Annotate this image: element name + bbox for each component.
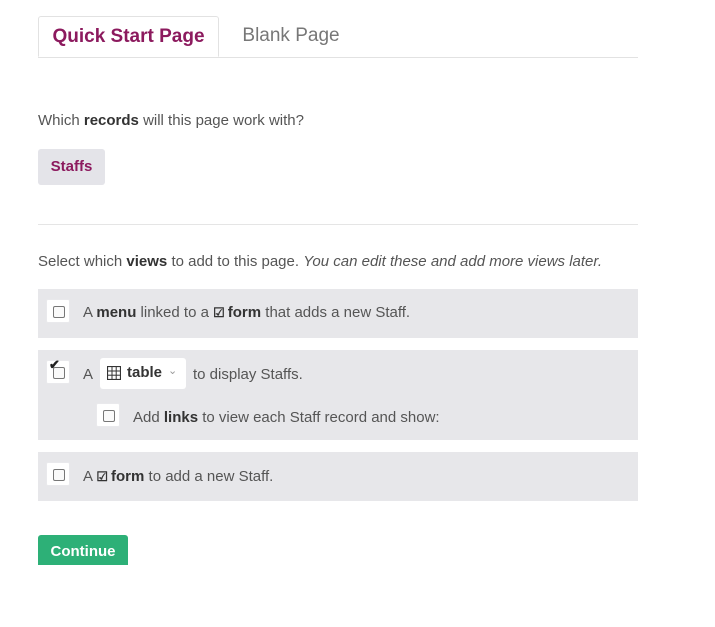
menu-option-label: A menu linked to a ☑ form that adds a new… [83,304,410,321]
menu-option-form-word: form [227,304,262,321]
menu-option-linked: linked to a [140,304,209,321]
form-option-form-word: form [111,468,145,485]
menu-option-panel: A menu linked to a ☑ form that adds a new… [38,289,638,338]
table-option-panel: ✔ A table ⌄ to display Staffs. Add links… [38,350,638,440]
checkbox-icon: ☑ [96,469,109,484]
records-question-bold: records [83,112,139,129]
form-option-panel: A ☑ form to add a new Staff. [38,452,638,501]
form-option-checkbox[interactable] [46,462,70,486]
checkbox-box [53,469,65,481]
table-option-checkbox[interactable]: ✔ [46,357,70,384]
chevron-down-icon: ⌄ [168,365,178,377]
views-question-prefix: Select which [38,253,123,270]
add-links-bold: links [163,409,199,426]
add-links-suffix: to view each Staff record and show: [202,409,440,426]
checkbox-icon: ☑ [213,305,225,320]
records-question: Which records will this page work with? [38,112,304,129]
add-links-prefix: Add [133,409,160,426]
view-type-select-value: table [127,364,163,381]
view-type-select[interactable]: table ⌄ [100,358,186,389]
form-option-label: A ☑ form to add a new Staff. [83,468,273,485]
records-question-prefix: Which [38,112,80,129]
records-question-suffix: will this page work with? [143,112,304,129]
menu-option-a: A [83,304,93,321]
form-option-a: A [83,468,93,485]
checkbox-box [53,306,65,318]
grid-icon [107,366,121,380]
checkmark-icon: ✔ [49,357,60,372]
page-type-tabs: Quick Start Page Blank Page [38,16,638,58]
menu-option-suffix: that adds a new Staff. [265,304,411,321]
views-question-middle: to add to this page. [171,253,300,270]
add-links-label: Add links to view each Staff record and … [133,409,440,426]
section-divider [38,224,638,225]
views-question-bold: views [126,253,168,270]
table-option-suffix: to display Staffs. [193,366,303,383]
form-option-suffix: to add a new Staff. [148,468,274,485]
views-question-italic: You can edit these and add more views la… [303,253,603,270]
menu-option-checkbox[interactable] [46,299,70,323]
tab-quick-start-page[interactable]: Quick Start Page [38,16,219,57]
staffs-record-button[interactable]: Staffs [38,149,105,185]
add-links-checkbox[interactable] [96,403,120,427]
views-question: Select which views to add to this page. … [38,253,602,270]
table-option-a: A [83,366,94,383]
menu-option-menu-word: menu [96,304,137,321]
continue-button[interactable]: Continue [38,535,128,565]
checkbox-box [103,410,115,422]
tab-blank-page[interactable]: Blank Page [229,16,353,56]
